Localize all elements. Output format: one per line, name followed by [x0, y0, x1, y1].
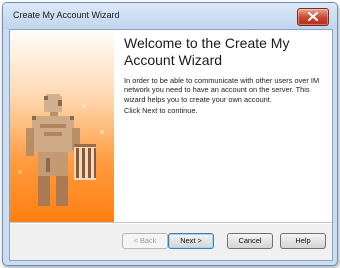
pixel-person-icon	[18, 90, 104, 206]
wizard-heading: Welcome to the Create My Account Wizard	[124, 35, 290, 68]
cancel-button[interactable]: Cancel	[227, 233, 273, 249]
dialog-body: Welcome to the Create My Account Wizard …	[9, 29, 333, 261]
back-button[interactable]: < Back	[122, 233, 168, 249]
next-button[interactable]: Next >	[168, 233, 214, 249]
button-separator	[10, 222, 332, 224]
wizard-intro-text: In order to be able to communicate with …	[124, 76, 320, 104]
close-icon	[308, 12, 318, 21]
wizard-continue-hint: Click Next to continue.	[124, 106, 198, 115]
window-title: Create My Account Wizard	[13, 10, 120, 20]
close-button[interactable]	[297, 8, 329, 26]
help-button[interactable]: Help	[280, 233, 326, 249]
wizard-side-panel	[10, 30, 114, 222]
wizard-content: Welcome to the Create My Account Wizard …	[10, 30, 332, 222]
wizard-window: Create My Account Wizard Welcome to the …	[2, 2, 338, 266]
title-bar[interactable]: Create My Account Wizard	[3, 3, 337, 29]
